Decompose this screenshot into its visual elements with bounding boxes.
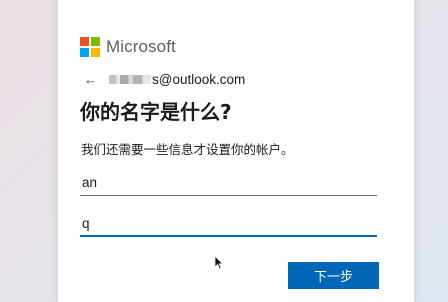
signup-card: Microsoft ← s@outlook.com 你的名字是什么? 我们还需要…: [58, 0, 414, 302]
brand-name: Microsoft: [106, 37, 176, 56]
logo-square-green: [91, 37, 100, 46]
back-arrow-icon[interactable]: ←: [84, 72, 97, 87]
next-button[interactable]: 下一步: [288, 262, 379, 289]
logo-square-red: [80, 37, 89, 46]
page-subtitle: 我们还需要一些信息才设置你的帐户。: [81, 142, 294, 157]
identity-banner: ← s@outlook.com: [84, 72, 245, 87]
email-address: s@outlook.com: [152, 72, 246, 87]
microsoft-logo: Microsoft: [80, 37, 176, 57]
microsoft-logo-icon: [80, 37, 100, 57]
mouse-pointer-icon: [214, 256, 224, 270]
logo-square-yellow: [91, 48, 100, 57]
last-name-input[interactable]: [80, 170, 377, 196]
page-title: 你的名字是什么?: [80, 100, 232, 124]
first-name-input[interactable]: [80, 211, 377, 237]
email-redacted-part: [109, 75, 151, 84]
logo-square-blue: [80, 48, 89, 57]
